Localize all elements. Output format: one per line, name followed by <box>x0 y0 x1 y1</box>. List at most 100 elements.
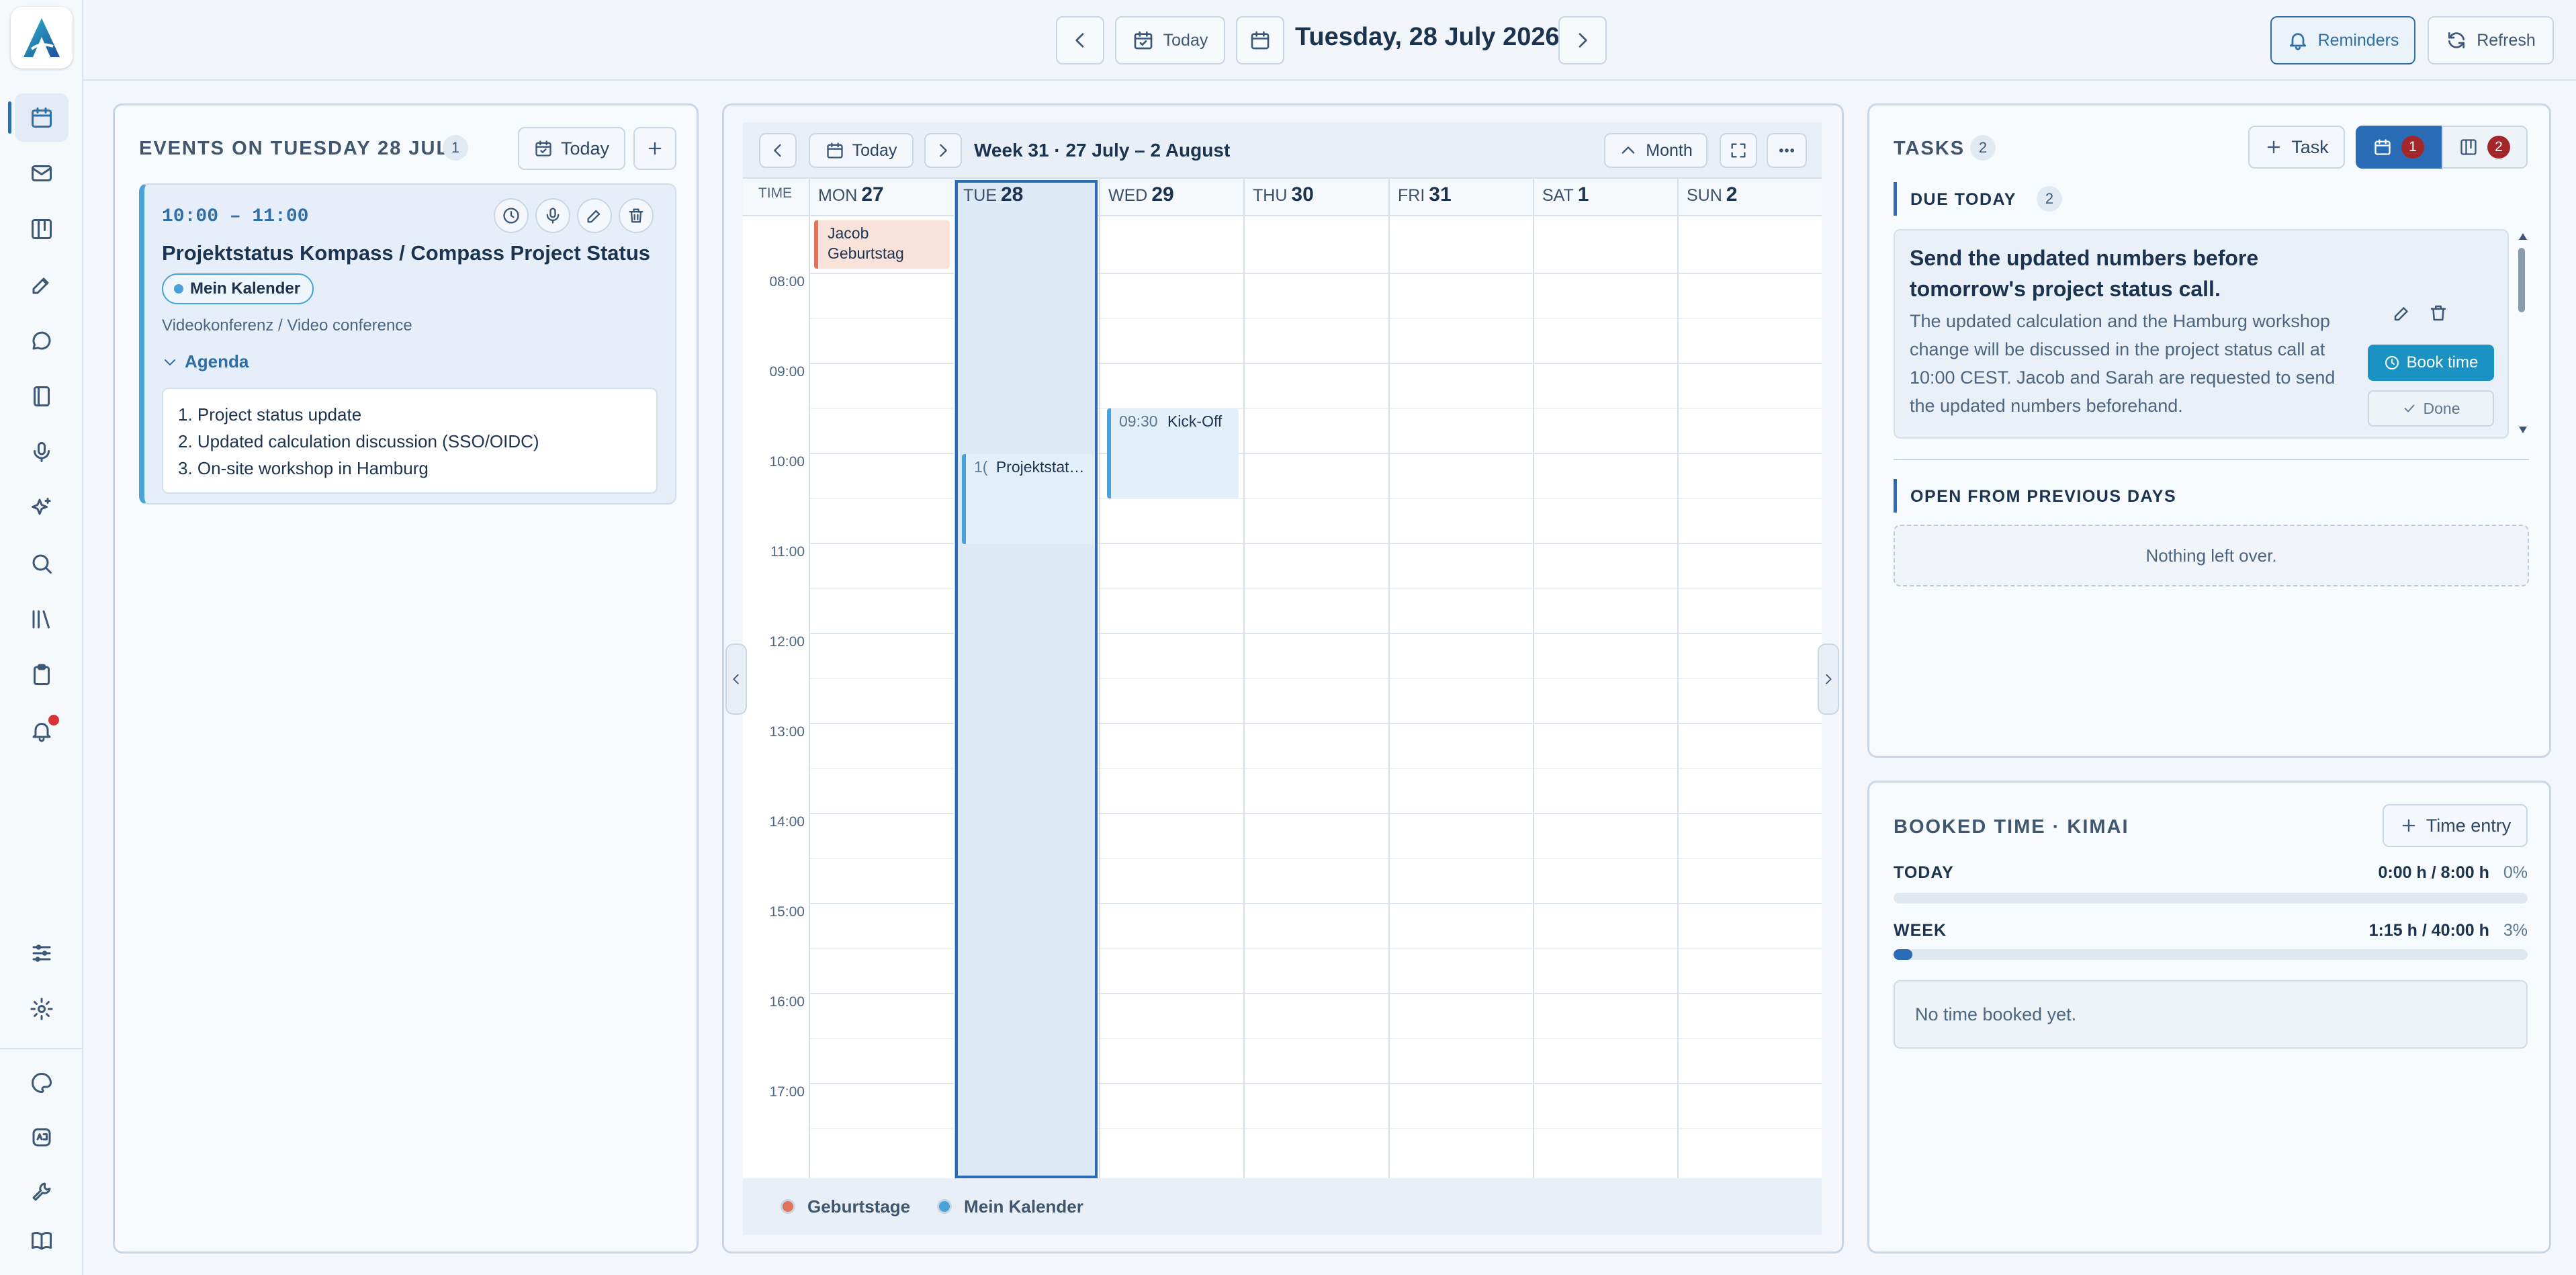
day-name: WED <box>1108 186 1148 205</box>
day-header-sat[interactable]: SAT 1 <box>1542 183 1589 206</box>
sidebar-item-chat[interactable] <box>15 316 69 365</box>
task-title: Send the updated numbers before tomorrow… <box>1910 246 2259 301</box>
day-header-wed[interactable]: WED 29 <box>1108 183 1174 206</box>
week-booked-label: WEEK <box>1894 921 1947 940</box>
tab-calendar-tasks[interactable]: 1 <box>2356 126 2442 169</box>
chevron-left-icon <box>774 144 781 157</box>
day-number: 28 <box>1001 183 1024 206</box>
hour-label: 14:00 <box>769 814 805 830</box>
today-button[interactable]: Today <box>1115 16 1225 64</box>
language-icon <box>32 1128 51 1147</box>
month-view-button[interactable]: Month <box>1604 133 1707 168</box>
week-booked-value: 1:15 h / 40:00 h 3% <box>2326 921 2528 940</box>
agenda-toggle[interactable]: Agenda <box>162 351 249 372</box>
book-time-label: Book time <box>2406 353 2479 371</box>
day-header-tue[interactable]: TUE 28 <box>963 183 1023 206</box>
column-divider <box>1099 179 1100 1178</box>
column-divider <box>1677 179 1679 1178</box>
gear-icon <box>30 998 53 1020</box>
birthday-event[interactable]: Jacob Geburtstag <box>814 220 950 269</box>
sidebar-item-voice[interactable] <box>15 428 69 476</box>
refresh-button[interactable]: Refresh <box>2428 16 2554 64</box>
event-time-button[interactable] <box>494 198 529 233</box>
app-logo[interactable] <box>11 7 73 69</box>
agenda-item: 3. On-site workshop in Hamburg <box>178 458 429 478</box>
day-header-fri[interactable]: FRI 31 <box>1398 183 1452 206</box>
task-actions <box>2392 303 2448 323</box>
legend-dot <box>937 1199 952 1214</box>
tasks-panel: TASKS 2 Task 1 2 DUE TODAY 2 Send the up… <box>1867 103 2551 758</box>
task-scrollbar[interactable] <box>2514 229 2529 439</box>
edit-icon[interactable] <box>2392 303 2412 323</box>
scroll-down-icon[interactable] <box>2519 427 2527 433</box>
chevron-right-icon <box>1579 33 1587 48</box>
tasks-count-badge: 2 <box>1970 135 1996 161</box>
sidebar-item-docs[interactable] <box>15 1217 69 1265</box>
time-column-header: TIME <box>758 185 793 201</box>
plus-icon <box>2402 819 2415 832</box>
sidebar-item-library[interactable] <box>15 595 69 644</box>
trash-icon[interactable] <box>2428 303 2448 323</box>
sidebar-item-notes[interactable] <box>15 261 69 309</box>
next-day-button[interactable] <box>1558 16 1607 64</box>
day-name: TUE <box>963 186 997 205</box>
book-time-button[interactable]: Book time <box>2368 345 2494 381</box>
trash-icon <box>629 208 643 223</box>
done-button[interactable]: Done <box>2368 390 2494 427</box>
reminders-button[interactable]: Reminders <box>2270 16 2415 64</box>
column-divider <box>1388 179 1390 1178</box>
add-time-entry-button[interactable]: Time entry <box>2383 804 2528 847</box>
previous-day-button[interactable] <box>1056 16 1104 64</box>
day-number: 27 <box>861 183 884 206</box>
hour-label: 08:00 <box>769 274 805 290</box>
calendar-legend: Geburtstage Mein Kalender <box>743 1178 1822 1235</box>
events-today-button[interactable]: Today <box>518 127 625 170</box>
sidebar-item-kanban[interactable] <box>15 205 69 253</box>
sidebar-item-tools[interactable] <box>15 1168 69 1216</box>
tab-board-tasks[interactable]: 2 <box>2442 126 2528 169</box>
day-header-thu[interactable]: THU 30 <box>1253 183 1314 206</box>
date-picker-button[interactable] <box>1236 16 1284 64</box>
fullscreen-button[interactable] <box>1720 133 1757 168</box>
sidebar-item-language[interactable] <box>15 1113 69 1161</box>
day-number: 1 <box>1577 183 1589 206</box>
calendar-chip-label: Mein Kalender <box>190 279 301 298</box>
legend-item-my-calendar[interactable]: Mein Kalender <box>937 1196 1083 1217</box>
sidebar-item-mail[interactable] <box>15 149 69 197</box>
event-record-button[interactable] <box>535 198 570 233</box>
scroll-thumb[interactable] <box>2518 248 2525 312</box>
sidebar-item-notifications[interactable] <box>15 707 69 755</box>
sidebar-item-notebook[interactable] <box>15 372 69 421</box>
sidebar-item-settings[interactable] <box>15 985 69 1033</box>
more-options-button[interactable] <box>1767 133 1807 168</box>
day-header-mon[interactable]: MON 27 <box>818 183 884 206</box>
sidebar-item-search[interactable] <box>15 539 69 588</box>
previous-week-button[interactable] <box>759 133 797 168</box>
legend-item-birthdays[interactable]: Geburtstage <box>781 1196 910 1217</box>
collapse-left-handle[interactable] <box>725 644 747 715</box>
sidebar-item-clipboard[interactable] <box>15 651 69 699</box>
calendar-today-button[interactable]: Today <box>809 133 914 168</box>
event-edit-button[interactable] <box>577 198 612 233</box>
sidebar-item-ai[interactable] <box>15 484 69 532</box>
sidebar-item-filters[interactable] <box>15 929 69 977</box>
calendar-check-icon <box>826 142 843 159</box>
add-task-button[interactable]: Task <box>2248 126 2345 169</box>
status-event[interactable]: 1( Projektstat… <box>962 454 1094 544</box>
collapse-right-handle[interactable] <box>1818 644 1839 715</box>
sidebar-item-calendar[interactable] <box>8 93 69 142</box>
task-card[interactable]: Send the updated numbers before tomorrow… <box>1894 229 2509 439</box>
events-panel-title: EVENTS ON TUESDAY 28 JULY <box>139 138 462 159</box>
next-week-button[interactable] <box>924 133 962 168</box>
event-card[interactable]: 10:00 – 11:00 Projektstatus Kompass / Co… <box>139 183 676 504</box>
kickoff-event[interactable]: 09:30 Kick-Off <box>1107 408 1239 498</box>
sidebar-item-palette[interactable] <box>15 1059 69 1107</box>
scroll-up-icon[interactable] <box>2519 233 2527 240</box>
board-icon <box>32 219 52 239</box>
add-event-button[interactable] <box>633 127 676 170</box>
event-delete-button[interactable] <box>619 198 654 233</box>
mic-icon <box>546 208 560 224</box>
plus-icon <box>2267 140 2280 154</box>
day-name: FRI <box>1398 186 1425 205</box>
day-header-sun[interactable]: SUN 2 <box>1687 183 1737 206</box>
